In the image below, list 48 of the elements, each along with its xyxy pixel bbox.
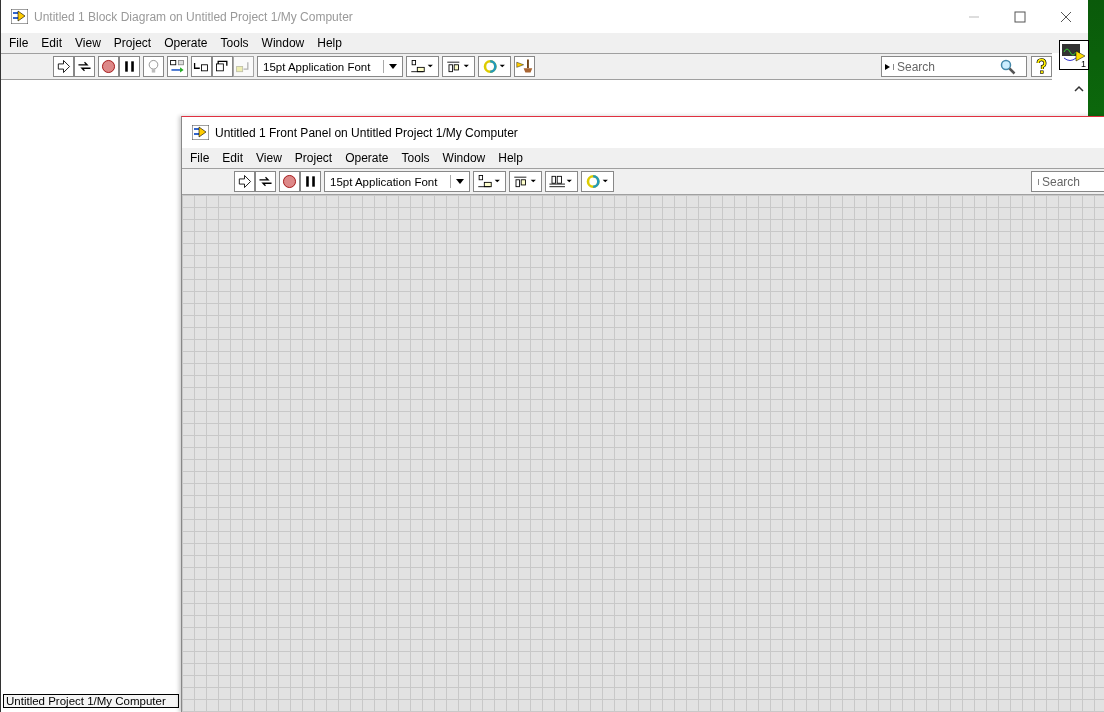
resize-objects-icon[interactable] <box>545 171 578 192</box>
distribute-objects-icon[interactable] <box>442 56 475 77</box>
pause-icon[interactable] <box>300 171 321 192</box>
menu-item[interactable]: View <box>256 151 282 165</box>
abort-icon[interactable] <box>98 56 119 77</box>
menu-item[interactable]: Edit <box>222 151 244 165</box>
clean-up-diagram-icon[interactable] <box>514 56 535 77</box>
menu-item[interactable]: Tools <box>220 36 249 50</box>
vi-connector-icon[interactable]: 1 <box>1059 40 1089 70</box>
window-title: Untitled 1 Block Diagram on Untitled Project 1/My Computer <box>34 9 353 24</box>
menu-item[interactable]: Window <box>261 36 305 50</box>
step-into-icon[interactable] <box>191 56 212 77</box>
search-box[interactable]: Search <box>881 56 1027 77</box>
maximize-icon[interactable] <box>1014 10 1026 23</box>
menu-item[interactable]: Window <box>442 151 486 165</box>
menu-item[interactable]: Help <box>317 36 342 50</box>
menu-item[interactable]: Project <box>113 36 152 50</box>
search-field[interactable]: Search <box>1042 173 1104 190</box>
scroll-up-icon[interactable] <box>1074 85 1084 92</box>
close-icon[interactable] <box>1060 10 1072 23</box>
run-continuously-icon[interactable] <box>74 56 95 77</box>
menu-item[interactable]: Tools <box>401 151 430 165</box>
vi-icon <box>192 125 209 140</box>
run-continuously-icon[interactable] <box>255 171 276 192</box>
abort-icon[interactable] <box>279 171 300 192</box>
font-dropdown[interactable]: 15pt Application Font <box>257 56 403 77</box>
help-icon[interactable] <box>1031 56 1052 77</box>
menu-item[interactable]: Operate <box>345 151 389 165</box>
font-dropdown[interactable]: 15pt Application Font <box>324 171 470 192</box>
pause-icon[interactable] <box>119 56 140 77</box>
search-field[interactable]: Search <box>897 58 997 75</box>
distribute-objects-icon[interactable] <box>509 171 542 192</box>
align-objects-icon[interactable] <box>473 171 506 192</box>
window-title: Untitled 1 Front Panel on Untitled Project 1/My Computer <box>215 125 518 140</box>
menu-item[interactable]: Edit <box>41 36 63 50</box>
menu-item[interactable]: Operate <box>164 36 208 50</box>
search-icon <box>1000 58 1016 75</box>
menu-item[interactable]: View <box>75 36 101 50</box>
menu-item[interactable]: Help <box>498 151 523 165</box>
align-objects-icon[interactable] <box>406 56 439 77</box>
vi-icon <box>11 9 28 24</box>
retain-wire-values-icon[interactable] <box>167 56 188 77</box>
search-box[interactable]: Search <box>1031 171 1104 192</box>
menu-item[interactable]: Project <box>294 151 333 165</box>
step-over-icon[interactable] <box>212 56 233 77</box>
menu-item[interactable]: File <box>9 36 29 50</box>
menu-item[interactable]: File <box>190 151 210 165</box>
status-bar: Untitled Project 1/My Computer <box>3 694 179 708</box>
